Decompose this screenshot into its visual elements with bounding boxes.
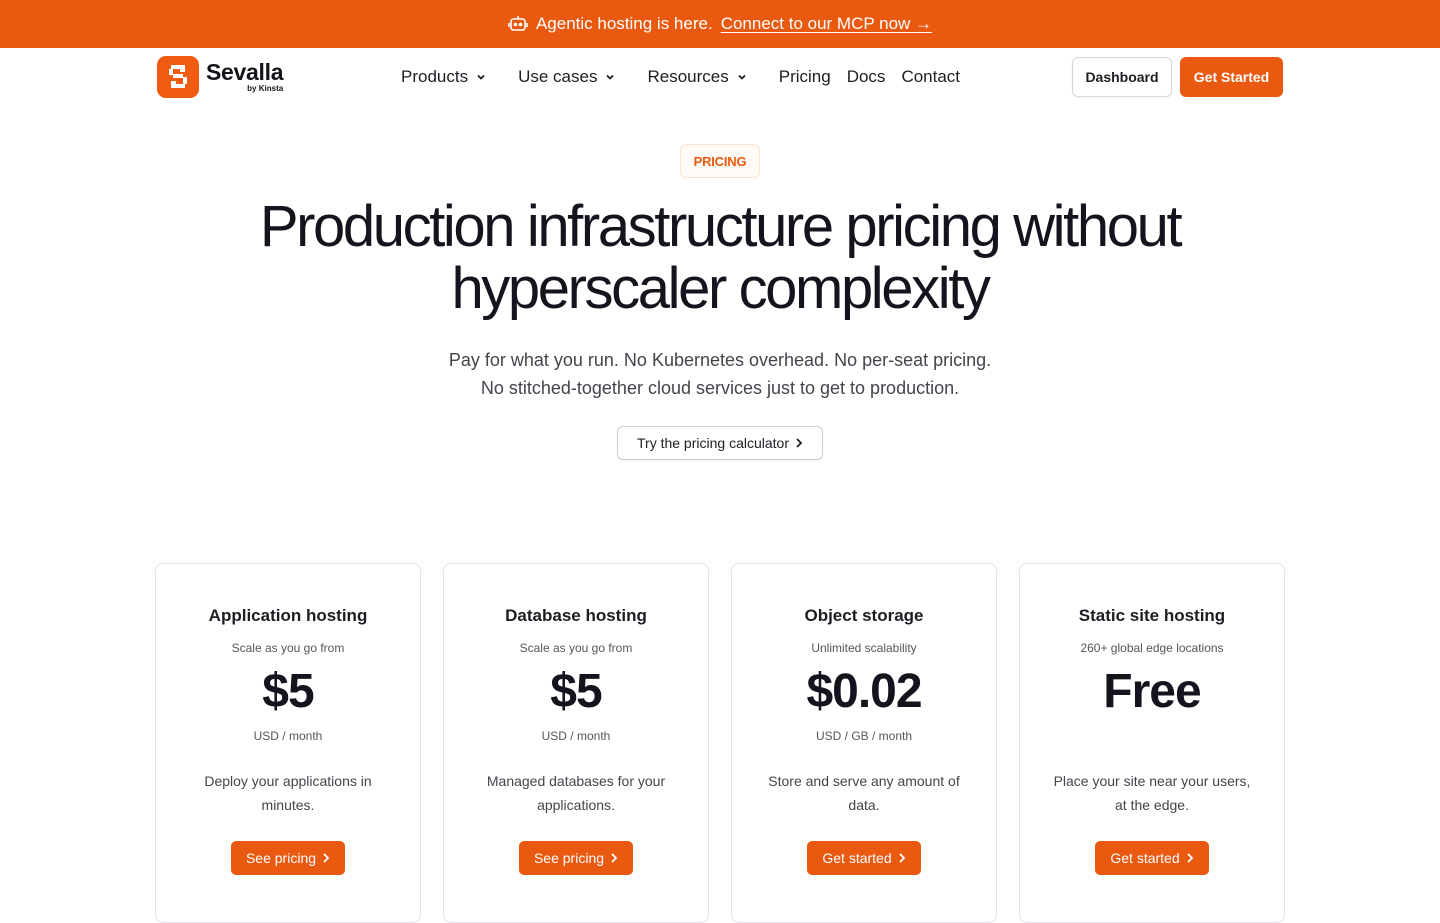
pricing-calculator-button[interactable]: Try the pricing calculator <box>617 426 823 460</box>
subtitle-line-1: Pay for what you run. No Kubernetes over… <box>448 350 992 370</box>
pricing-eyebrow-badge: PRICING <box>680 144 760 178</box>
card-price: $5 <box>550 665 602 718</box>
menu-products[interactable]: Products <box>401 67 486 87</box>
menu-label: Products <box>401 67 469 86</box>
card-unit: USD / GB / month <box>815 729 913 743</box>
calculator-label: Try the pricing calculator <box>637 435 789 451</box>
banner-text: Agentic hosting is here. <box>535 14 713 33</box>
brand-byline: by Kinsta <box>247 84 284 93</box>
chevron-down-icon <box>477 74 485 80</box>
menu-contact[interactable]: Contact <box>901 67 960 87</box>
card-description: Managed databases for your applications. <box>486 773 666 813</box>
main-menu: Products Use cases Resources Pricing Doc… <box>401 48 976 106</box>
card-lead: Unlimited scalability <box>811 641 917 655</box>
get-started-button[interactable]: Get Started <box>1180 57 1283 97</box>
top-navigation: Sevalla by Kinsta Products Use cases Res… <box>0 48 1440 106</box>
banner-mcp-link[interactable]: Connect to our MCP now → <box>721 14 932 34</box>
get-started-card-button[interactable]: Get started <box>1095 841 1209 875</box>
card-price: Free <box>1103 665 1201 718</box>
announcement-banner: Agentic hosting is here. Connect to our … <box>0 0 1440 48</box>
card-title: Database hosting <box>505 606 647 625</box>
sevalla-logo[interactable]: Sevalla by Kinsta <box>157 56 283 98</box>
button-label: Get started <box>1110 850 1180 866</box>
hero-subtitle: Pay for what you run. No Kubernetes over… <box>320 346 1120 402</box>
robot-icon <box>508 15 528 33</box>
card-unit: USD / month <box>541 729 611 743</box>
chevron-right-icon <box>323 853 330 863</box>
subtitle-line-2: No stitched-together cloud services just… <box>480 378 960 398</box>
menu-label: Pricing <box>778 67 831 86</box>
button-label: Get started <box>822 850 892 866</box>
get-started-card-button[interactable]: Get started <box>807 841 921 875</box>
button-label: See pricing <box>533 850 605 866</box>
see-pricing-button[interactable]: See pricing <box>519 841 633 875</box>
card-description: Deploy your applications in minutes. <box>204 773 372 813</box>
chevron-right-icon <box>1186 853 1193 863</box>
brand-name: Sevalla <box>206 59 284 85</box>
card-static-site-hosting: Static site hosting 260+ global edge loc… <box>1019 563 1285 923</box>
pricing-cards: Application hosting Scale as you go from… <box>155 563 1285 923</box>
card-object-storage: Object storage Unlimited scalability $0.… <box>731 563 997 923</box>
card-title: Application hosting <box>208 606 368 625</box>
logo-mark-icon <box>157 56 199 98</box>
chevron-down-icon <box>606 74 615 80</box>
menu-docs[interactable]: Docs <box>847 67 886 87</box>
chevron-right-icon <box>898 853 905 863</box>
card-description: Store and serve any amount of data. <box>768 773 960 813</box>
button-label: See pricing <box>245 850 317 866</box>
card-price: $0.02 <box>806 665 922 718</box>
card-lead: 260+ global edge locations <box>1080 641 1224 655</box>
menu-label: Docs <box>846 67 886 86</box>
menu-pricing[interactable]: Pricing <box>779 67 831 87</box>
menu-label: Resources <box>647 67 729 86</box>
card-application-hosting: Application hosting Scale as you go from… <box>155 563 421 923</box>
page-title: Production infrastructure pricing withou… <box>170 196 1270 320</box>
card-price: $5 <box>262 665 314 718</box>
menu-resources[interactable]: Resources <box>647 67 746 87</box>
card-title: Object storage <box>804 606 924 625</box>
card-description: Place your site near your users, at the … <box>1053 773 1251 813</box>
dashboard-button[interactable]: Dashboard <box>1072 57 1172 97</box>
card-database-hosting: Database hosting Scale as you go from $5… <box>443 563 709 923</box>
menu-use-cases[interactable]: Use cases <box>518 67 615 87</box>
card-title: Static site hosting <box>1078 606 1226 625</box>
menu-label: Use cases <box>518 67 598 86</box>
chevron-right-icon <box>611 853 618 863</box>
card-unit: USD / month <box>253 729 323 743</box>
card-lead: Scale as you go from <box>231 641 345 655</box>
see-pricing-button[interactable]: See pricing <box>231 841 345 875</box>
chevron-right-icon <box>796 438 803 448</box>
title-line-1: Production infrastructure pricing withou… <box>259 194 1183 259</box>
card-lead: Scale as you go from <box>519 641 633 655</box>
title-line-2: hyperscaler complexity <box>451 256 990 321</box>
chevron-down-icon <box>738 74 746 80</box>
menu-label: Contact <box>901 67 961 86</box>
